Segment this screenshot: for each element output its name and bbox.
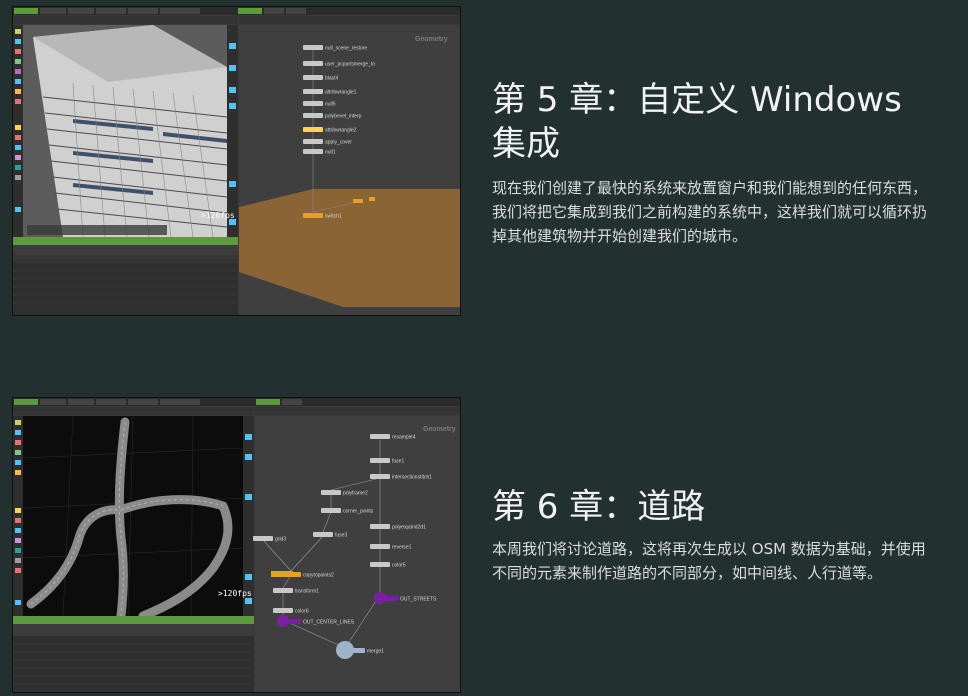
network-node-label: blast4 [325,76,339,82]
network-node-label: transform1 [295,589,319,595]
network-node[interactable] [281,619,301,624]
network-node-label: apply_cover [325,140,352,146]
chapter-6-fps-readout: >120fps [218,589,252,598]
network-node-label: corner_points [343,509,374,515]
network-node[interactable] [303,127,323,132]
network-node[interactable] [321,490,341,495]
network-node[interactable] [303,149,323,154]
network-node-label: polyexpand2d1 [392,525,426,531]
network-node[interactable] [273,588,293,593]
network-node-label: copytopoints2 [303,573,334,579]
network-node-label: user_pcpartsmerge_to [325,62,375,68]
network-node-label: null5 [325,102,336,108]
network-node-label: color6 [295,609,309,615]
chapter-5-description: 现在我们创建了最快的系统来放置窗户和我们能想到的任何东西，我们将把它集成到我们之… [492,179,928,245]
network-node[interactable] [303,89,323,94]
chapter-6-description: 本周我们将讨论道路，这将再次生成以 OSM 数据为基础，并使用不同的元素来制作道… [492,540,926,582]
network-node-label: OUT_CENTER_LINES [303,620,355,626]
network-node-label: grid3 [275,537,286,543]
network-node-label: fuse3 [335,533,347,539]
network-node-label: resample4 [392,435,416,441]
network-node-label: reverse1 [392,545,412,551]
network-node[interactable] [370,458,390,463]
network-node[interactable] [321,508,341,513]
chapter-5-network-label: Geometry [415,36,448,43]
network-node-label: switch1 [325,214,342,220]
chapter-5-title: 第 5 章：自定义 Windows 集成 [492,80,902,164]
network-node[interactable] [303,113,323,118]
network-node-label: color5 [392,563,406,569]
network-node-label: merge1 [367,649,384,655]
chapter-6-screenshot: resample4 fuse1 intersectionstitch1 polyfra… [12,397,461,693]
network-node[interactable] [370,562,390,567]
network-node[interactable] [253,536,273,541]
network-node[interactable] [303,75,323,80]
network-node[interactable] [370,434,390,439]
network-node-label: polyframe2 [343,491,368,497]
network-node-label: fuse1 [392,459,404,465]
network-node[interactable] [370,474,390,479]
network-node-label: null1 [325,150,336,156]
network-node-label: polybevel_interp [325,114,362,120]
chapter-6-network-label: Geometry [423,426,456,433]
network-node[interactable] [303,101,323,106]
chapter-6-title: 第 6 章：道路 [492,487,706,527]
network-node[interactable] [281,572,301,577]
network-node-label: null_scene_restore [325,46,367,52]
network-node[interactable] [370,544,390,549]
network-node[interactable] [378,596,398,601]
network-node-label: attribwrangle1 [325,90,357,96]
network-node[interactable] [345,648,365,653]
network-node[interactable] [303,139,323,144]
network-node-label: intersectionstitch1 [392,475,432,481]
chapter-5-fps-readout: >120fps [201,211,235,220]
network-node[interactable] [313,532,333,537]
network-node-label: attribwrangle2 [325,128,357,134]
network-node-label: OUT_STREETS [400,597,437,603]
chapter-5-screenshot: null_scene_restore user_pcpartsmerge_tobl… [12,6,461,316]
network-node[interactable] [370,524,390,529]
network-node[interactable] [303,45,323,50]
network-node[interactable] [273,608,293,613]
network-node[interactable] [303,61,323,66]
